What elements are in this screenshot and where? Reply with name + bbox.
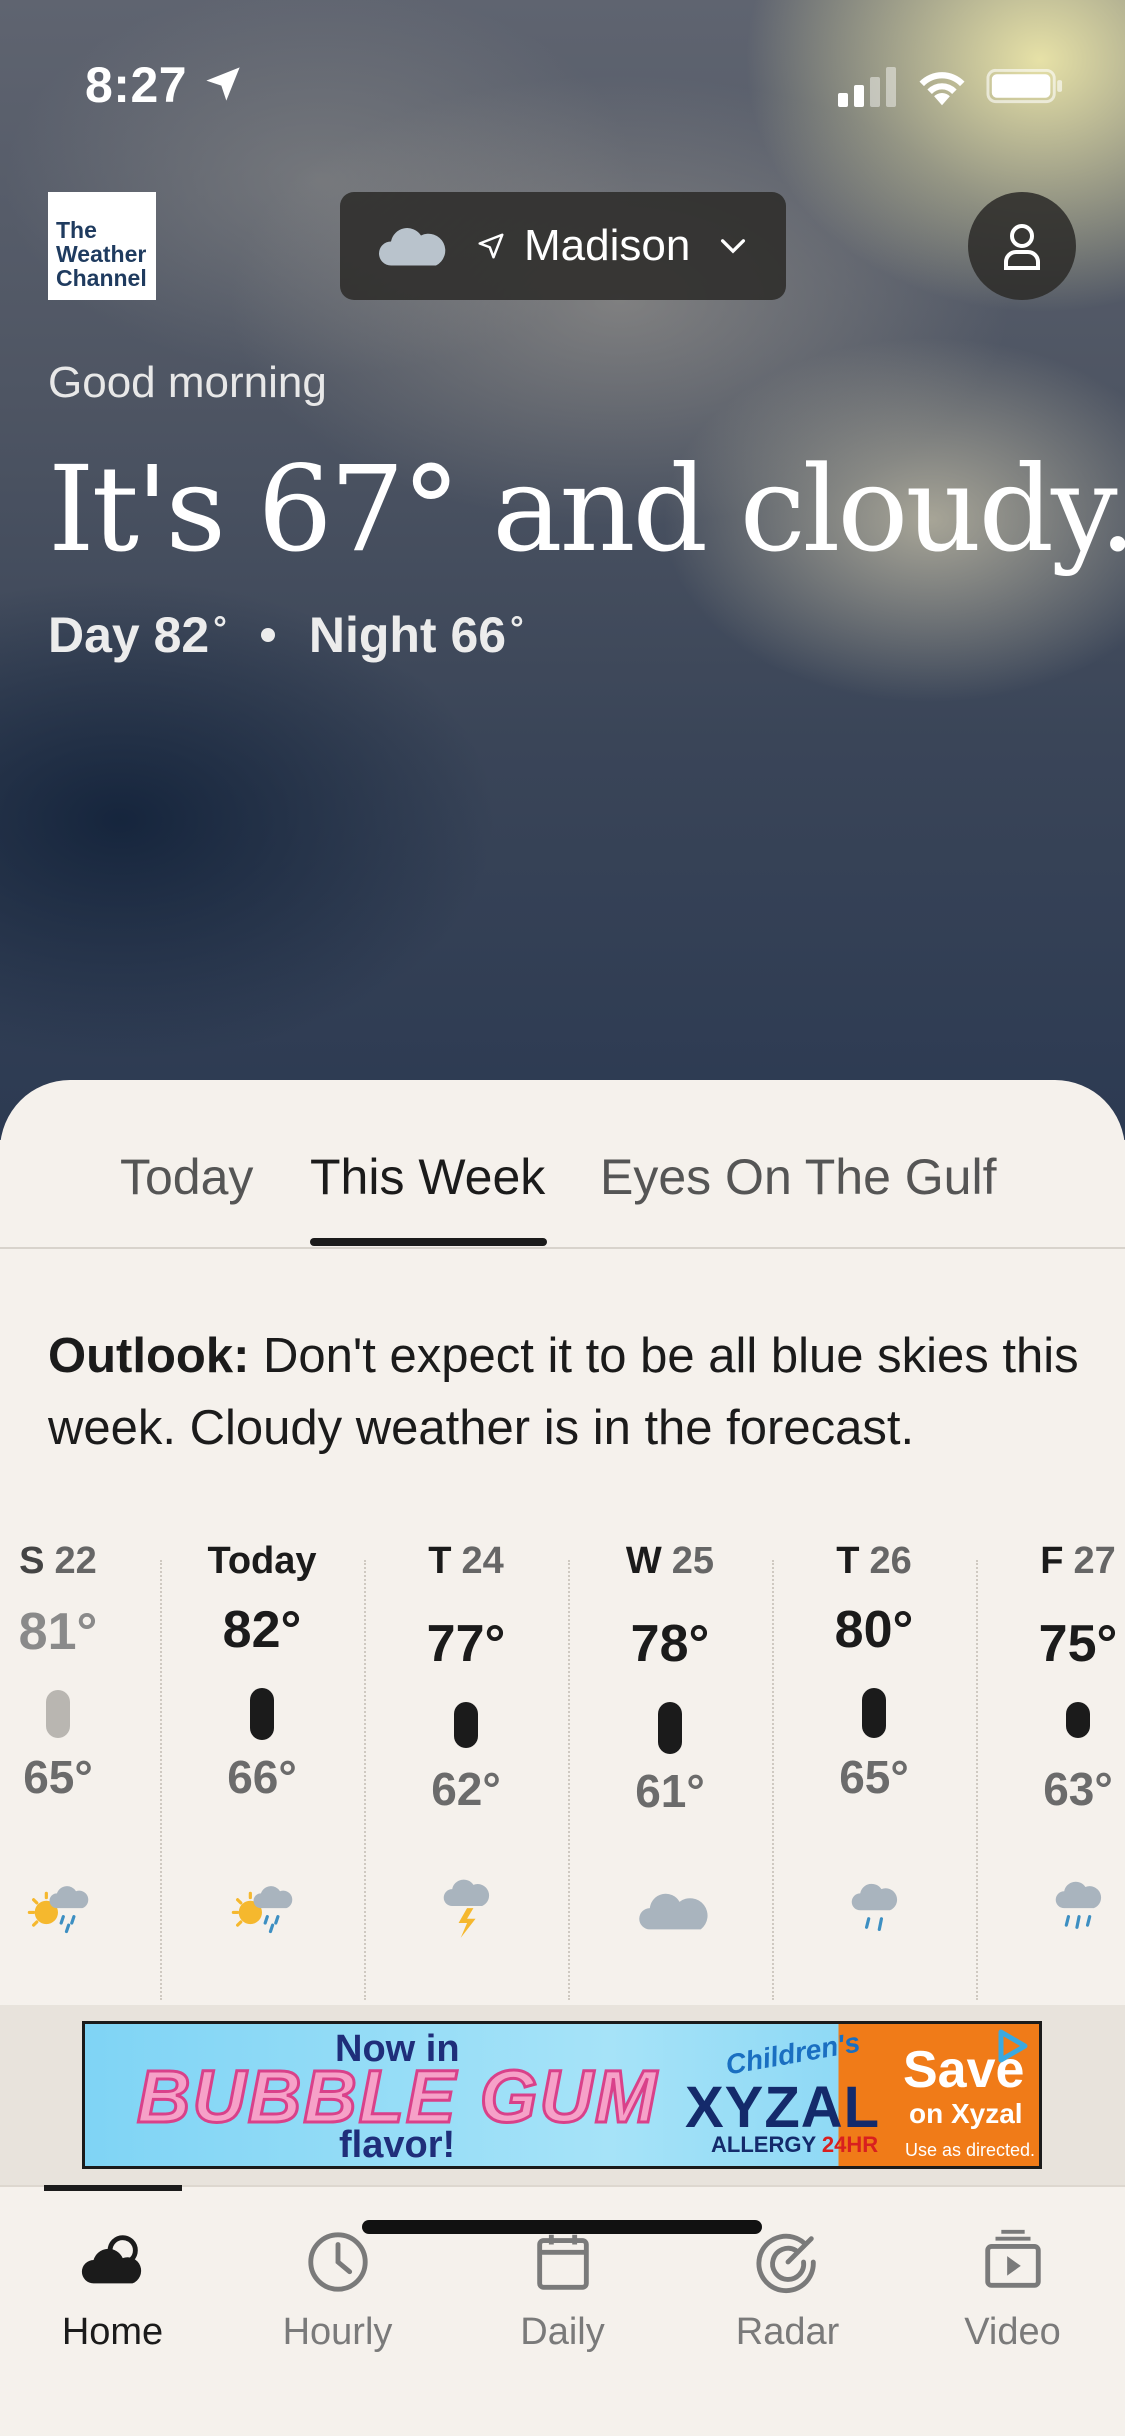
forecast-day-label: Today	[207, 1540, 317, 1582]
forecast-day[interactable]: Today 82° 66°	[160, 1540, 364, 2005]
wifi-icon	[919, 72, 965, 106]
forecast-high: 80°	[834, 1601, 914, 1659]
status-time: 8:27	[85, 57, 188, 113]
advertisement[interactable]: Now in BUBBLE GUM flavor! Children's XYZ…	[82, 2021, 1042, 2169]
cloudy-icon	[639, 1893, 708, 1930]
active-nav-indicator	[44, 2185, 182, 2191]
cloudy-icon	[379, 228, 446, 266]
forecast-low: 61°	[635, 1765, 705, 1817]
tab-bar: Today This Week Eyes On The Gulf	[0, 1148, 1125, 1248]
day-divider	[160, 1560, 162, 2000]
location-name: Madison	[524, 221, 691, 270]
forecast-high: 75°	[1038, 1615, 1118, 1673]
forecast-low: 65°	[839, 1751, 909, 1803]
outlook-text: Outlook: Don't expect it to be all blue …	[48, 1329, 1079, 1455]
forecast-day[interactable]: S 22 81° 65°	[0, 1540, 160, 2005]
day-temp: Day 82	[48, 607, 210, 663]
forecast-high: 77°	[426, 1615, 506, 1673]
light-rain-icon	[851, 1883, 898, 1931]
forecast-day-label: T 26	[836, 1540, 912, 1582]
rain-icon	[1055, 1881, 1102, 1929]
tab-today[interactable]: Today	[120, 1148, 253, 1206]
day-divider	[772, 1560, 774, 2000]
thunderstorm-icon	[443, 1879, 490, 1938]
cellular-signal-icon	[838, 67, 896, 107]
tab-this-week[interactable]: This Week	[310, 1148, 545, 1206]
forecast-day[interactable]: T 24 77° 62°	[364, 1540, 568, 2005]
day-night-temps: Day 82 ° Night 66 °	[48, 607, 524, 663]
clock-icon	[308, 2232, 368, 2292]
person-icon	[1004, 224, 1040, 270]
tab-eyes-on-the-gulf[interactable]: Eyes On The Gulf	[600, 1148, 996, 1206]
forecast-low: 65°	[23, 1751, 93, 1803]
radar-icon	[756, 2233, 816, 2294]
day-divider	[976, 1560, 978, 2000]
day-divider	[364, 1560, 366, 2000]
forecast-high: 82°	[222, 1601, 302, 1659]
temp-range-bar	[658, 1702, 682, 1754]
home-weather-icon	[81, 2235, 142, 2284]
location-selector[interactable]: Madison	[340, 192, 786, 300]
nav-daily[interactable]: Daily	[450, 2217, 675, 2367]
night-temp: Night 66	[308, 607, 507, 663]
forecast-low: 66°	[227, 1751, 297, 1803]
forecast-day-label: F 27	[1040, 1540, 1116, 1582]
forecast-high: 78°	[630, 1615, 710, 1673]
temp-range-bar	[46, 1690, 70, 1738]
temp-range-bar	[1066, 1702, 1090, 1738]
weekly-forecast[interactable]: S 22 81° 65° Today 82° 66° T 24 77° 62° W 25 78° 61° T 2…	[0, 1540, 1125, 2005]
active-tab-indicator	[310, 1238, 547, 1246]
profile-button[interactable]	[968, 192, 1076, 300]
navigation-arrow-icon	[478, 233, 504, 259]
forecast-high: 81°	[18, 1603, 98, 1661]
current-conditions-headline: It's 67° and cloudy.	[48, 440, 1125, 578]
temp-range-bar	[454, 1702, 478, 1748]
forecast-day[interactable]: T 26 80° 65°	[772, 1540, 976, 2005]
chevron-down-icon	[721, 239, 746, 254]
forecast-day-label: W 25	[625, 1540, 715, 1582]
separator-dot	[260, 628, 275, 642]
hero-background: 8:27 The Weather Channel Madison Good mo…	[0, 0, 1125, 1140]
forecast-low: 62°	[431, 1763, 501, 1815]
forecast-day-label: S 22	[19, 1540, 97, 1582]
battery-icon	[986, 68, 1063, 104]
content-sheet: Today This Week Eyes On The Gulf Outlook…	[0, 1080, 1125, 2005]
day-divider	[568, 1560, 570, 2000]
forecast-day[interactable]: W 25 78° 61°	[568, 1540, 772, 2005]
weather-channel-logo[interactable]: The Weather Channel	[48, 192, 156, 300]
forecast-day-label: T 24	[428, 1540, 504, 1582]
greeting: Good morning	[48, 358, 327, 407]
forecast-low: 63°	[1043, 1763, 1113, 1815]
location-services-icon	[206, 67, 240, 101]
sun-cloud-rain-icon	[27, 1886, 89, 1934]
temp-range-bar	[250, 1688, 274, 1740]
calendar-icon	[537, 2234, 589, 2290]
divider	[0, 1247, 1125, 1249]
nav-home[interactable]: Home	[0, 2217, 225, 2367]
ad-banner-area: Now in BUBBLE GUM flavor! Children's XYZ…	[0, 2005, 1125, 2185]
temp-range-bar	[862, 1688, 886, 1738]
forecast-day[interactable]: F 27 75° 63°	[976, 1540, 1125, 2005]
nav-hourly[interactable]: Hourly	[225, 2217, 450, 2367]
video-icon	[985, 2229, 1041, 2288]
sun-cloud-rain-icon	[231, 1886, 293, 1934]
nav-radar[interactable]: Radar	[675, 2217, 900, 2367]
nav-video[interactable]: Video	[900, 2217, 1125, 2367]
home-indicator	[362, 2220, 762, 2234]
adchoices-icon[interactable]	[991, 2026, 1031, 2066]
